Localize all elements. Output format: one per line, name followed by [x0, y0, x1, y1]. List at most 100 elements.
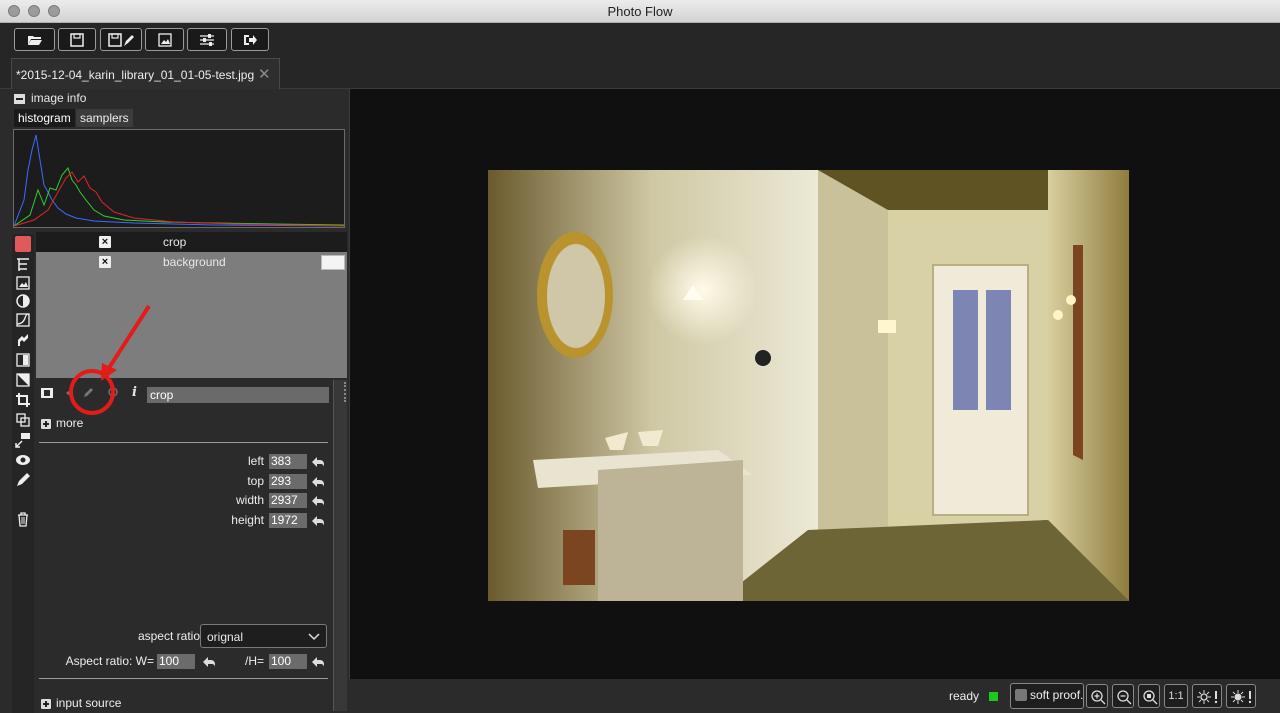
- exit-button[interactable]: [231, 28, 269, 51]
- save-as-icon: [108, 32, 134, 47]
- document-tab-bar: *2015-12-04_karin_library_01_01-05-test.…: [0, 56, 1280, 89]
- curves-icon[interactable]: [15, 312, 31, 328]
- properties-scrollbar[interactable]: [333, 380, 347, 711]
- aspect-h-input[interactable]: 100: [269, 654, 307, 669]
- zoom-in-button[interactable]: [1086, 684, 1108, 708]
- status-indicator: [989, 692, 998, 701]
- save-as-button[interactable]: [100, 28, 142, 51]
- layer-visibility-icon[interactable]: ×: [99, 236, 111, 248]
- export-button[interactable]: [145, 28, 184, 51]
- expand-input-source-icon[interactable]: [41, 699, 51, 709]
- crop-icon[interactable]: [15, 392, 31, 408]
- left-panel: image info histogram samplers × crop × b…: [0, 89, 349, 713]
- document-tab-label: *2015-12-04_karin_library_01_01-05-test.…: [16, 68, 255, 82]
- layer-name-field[interactable]: crop: [147, 387, 329, 403]
- path-icon[interactable]: [15, 332, 31, 348]
- left-label: left: [247, 454, 264, 468]
- save-button[interactable]: [58, 28, 96, 51]
- soft-proof-label: soft proof.: [1030, 688, 1084, 702]
- tree-icon[interactable]: [15, 257, 31, 273]
- open-file-button[interactable]: [14, 28, 55, 51]
- annotation-arrow: [101, 304, 151, 381]
- photo-preview: [488, 170, 1129, 601]
- window-title: Photo Flow: [607, 4, 673, 19]
- image-info-label: image info: [31, 91, 87, 105]
- contrast-icon[interactable]: [15, 293, 31, 309]
- divider: [39, 442, 328, 443]
- reset-height-icon[interactable]: [311, 514, 327, 528]
- image-icon[interactable]: [15, 275, 31, 291]
- width-label: width: [235, 493, 264, 507]
- layer-mask-icon[interactable]: [41, 388, 53, 398]
- input-source-label[interactable]: input source: [56, 696, 121, 710]
- reset-aspect-h-icon[interactable]: [311, 655, 327, 669]
- zoom-one-to-one-button[interactable]: 1:1: [1164, 684, 1188, 708]
- tab-samplers[interactable]: samplers: [76, 109, 133, 127]
- tab-histogram[interactable]: histogram: [14, 109, 75, 127]
- main-toolbar: [0, 23, 1280, 56]
- folder-icon: [27, 35, 42, 45]
- image-viewer[interactable]: [349, 89, 1280, 679]
- sun-warning-icon: [1231, 690, 1252, 704]
- reset-left-icon[interactable]: [311, 455, 327, 469]
- annotation-circle: [69, 369, 115, 415]
- aspect-w-input[interactable]: 100: [157, 654, 195, 669]
- expand-more-icon[interactable]: [41, 419, 51, 429]
- width-input[interactable]: 2937: [269, 493, 307, 508]
- layers-list: × crop × background: [36, 232, 347, 520]
- status-bar: ready soft proof. 1:1: [349, 679, 1280, 713]
- title-bar: Photo Flow: [0, 0, 1280, 23]
- status-text: ready: [949, 689, 980, 703]
- layer-row[interactable]: × background: [36, 252, 347, 272]
- brush-icon[interactable]: [15, 472, 31, 488]
- divider: [39, 678, 328, 679]
- histogram-graph: [13, 134, 345, 227]
- export-image-icon: [157, 32, 172, 47]
- more-label[interactable]: more: [56, 416, 83, 430]
- tool-icon-column: [12, 234, 34, 713]
- aspect-ratio-value: orignal: [207, 630, 244, 644]
- aspect-h-label: /H=: [244, 654, 264, 668]
- scale-icon[interactable]: [15, 432, 31, 448]
- layer-visibility-icon[interactable]: ×: [99, 256, 111, 268]
- left-input[interactable]: 383: [269, 454, 307, 469]
- layer-name: crop: [163, 235, 187, 249]
- transform-icon[interactable]: [15, 412, 31, 428]
- zoom-out-button[interactable]: [1112, 684, 1134, 708]
- exit-icon: [244, 34, 257, 45]
- chevron-down-icon: [308, 633, 320, 641]
- settings-button[interactable]: [187, 28, 227, 51]
- zoom-fit-button[interactable]: [1138, 684, 1160, 708]
- eye-icon[interactable]: [15, 452, 31, 468]
- document-tab[interactable]: *2015-12-04_karin_library_01_01-05-test.…: [11, 58, 280, 89]
- aspect-ratio-label: aspect ratio: [137, 629, 200, 643]
- reset-aspect-w-icon[interactable]: [202, 655, 218, 669]
- collapse-icon[interactable]: [14, 94, 25, 104]
- aspect-ratio-select[interactable]: orignal: [200, 624, 327, 648]
- height-input[interactable]: 1972: [269, 513, 307, 528]
- gradient-icon[interactable]: [15, 352, 31, 368]
- mask-icon[interactable]: [15, 372, 31, 388]
- layers-icon[interactable]: [15, 236, 31, 252]
- layer-properties-panel: i crop more left 383 top 293 width 2937 …: [36, 380, 333, 713]
- info-icon[interactable]: i: [132, 385, 137, 400]
- zoom-out-icon: [1117, 690, 1132, 705]
- soft-proof-checkbox[interactable]: [1015, 689, 1027, 701]
- top-label: top: [247, 474, 264, 488]
- zoom-in-icon: [1091, 690, 1106, 705]
- top-input[interactable]: 293: [269, 474, 307, 489]
- shadows-clipping-button[interactable]: [1192, 684, 1222, 708]
- sun-warning-icon: [1197, 690, 1218, 704]
- aspect-w-label: Aspect ratio: W=: [65, 654, 154, 668]
- height-label: height: [231, 513, 264, 527]
- trash-icon[interactable]: [15, 511, 31, 527]
- highlights-clipping-button[interactable]: [1226, 684, 1256, 708]
- reset-width-icon[interactable]: [311, 494, 327, 508]
- layer-color-swatch[interactable]: [321, 255, 345, 270]
- close-icon[interactable]: ✕: [258, 65, 271, 83]
- save-icon: [70, 32, 84, 47]
- layer-row[interactable]: × crop: [36, 232, 347, 252]
- zoom-fit-icon: [1143, 690, 1158, 705]
- reset-top-icon[interactable]: [311, 475, 327, 489]
- soft-proof-toggle[interactable]: soft proof.: [1010, 683, 1084, 709]
